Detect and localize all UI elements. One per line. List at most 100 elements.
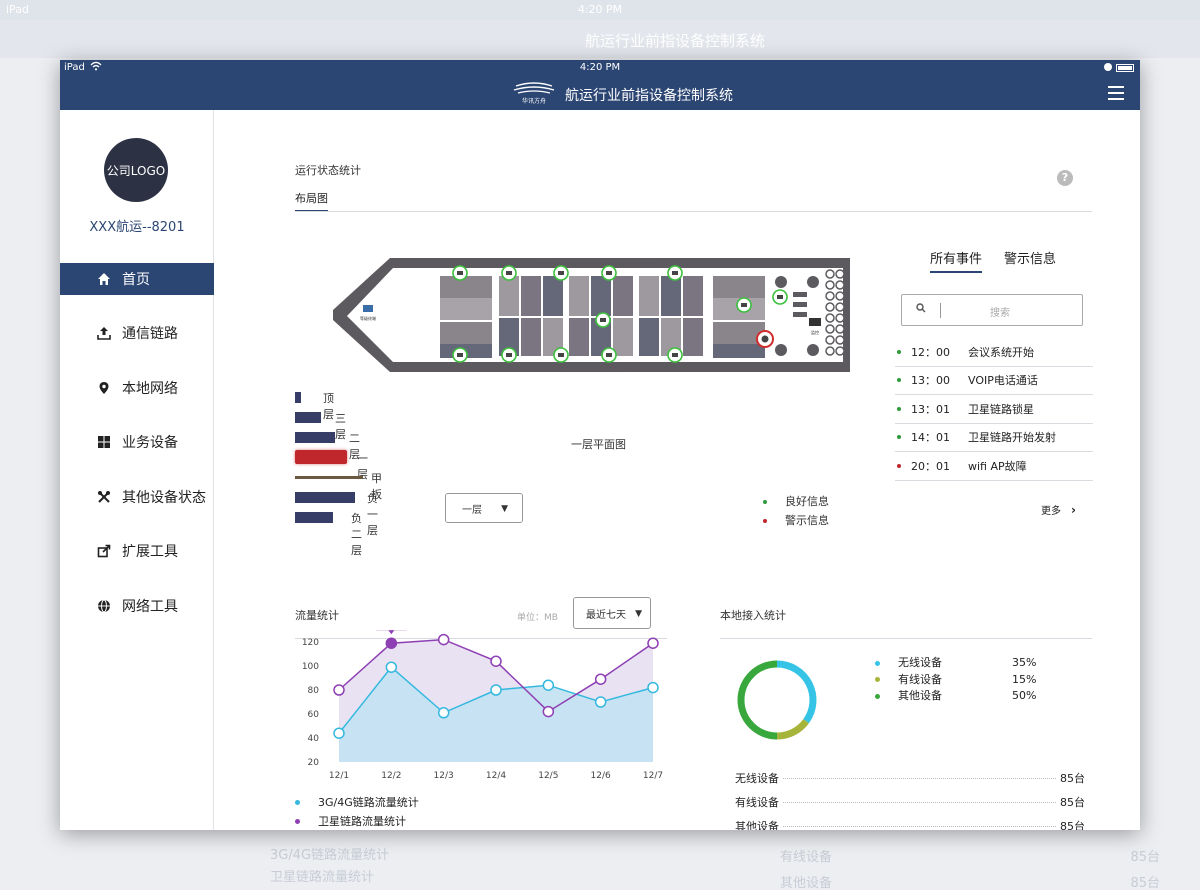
highlight-point	[385, 637, 397, 649]
sidebar-item-local-network[interactable]: 本地网络	[60, 372, 214, 404]
sidebar-item-label: 首页	[122, 272, 150, 288]
data-point	[647, 637, 659, 649]
local-access-divider	[720, 638, 1092, 639]
device-count-row: 其他设备 85台	[735, 814, 1085, 830]
status-legend: 良好信息 警示信息	[763, 492, 829, 530]
sidebar-item-label: 本地网络	[122, 381, 178, 397]
sidebar-item-home[interactable]: 首页	[60, 263, 214, 295]
tab-layout[interactable]: 布局图	[295, 190, 328, 212]
device-type-label: 无线设备	[898, 656, 942, 669]
donut-segment	[737, 660, 778, 740]
background-time: 4:20 PM	[577, 3, 623, 16]
x-tick-label: 12/6	[591, 771, 611, 780]
sidebar-item-extension-tools[interactable]: 扩展工具	[60, 535, 214, 567]
sidebar-item-other-device-status[interactable]: 其他设备状态	[60, 481, 214, 513]
floor-label: 负一层	[367, 492, 378, 537]
search-placeholder: 搜索	[990, 308, 1010, 319]
event-status-dot-icon	[897, 406, 901, 411]
time-range-dropdown[interactable]: 最近七天 ▼	[573, 597, 651, 629]
good-dot-icon	[763, 499, 767, 504]
tab-all-events[interactable]: 所有事件	[930, 248, 983, 273]
event-row[interactable]: 14：01 卫星链路开始发射	[895, 424, 1093, 452]
data-point	[490, 655, 502, 667]
sidebar-item-network-tools[interactable]: 网络工具	[60, 590, 214, 622]
device-count-list: 无线设备 85台 有线设备 85台 其他设备 85台	[735, 766, 1085, 830]
caret-down-icon: ▼	[501, 504, 508, 514]
data-point	[542, 705, 555, 718]
app-title: 航运行业前指设备控制系统	[565, 88, 733, 104]
more-label: 更多	[1041, 506, 1061, 517]
caret-down-icon: ▼	[635, 609, 642, 619]
floor-label: 顶层	[323, 392, 334, 421]
event-list: 12：00 会议系统开始 13：00 VOIP电话通话 13：01 卫星链路锁星…	[895, 338, 1093, 481]
hamburger-menu-icon[interactable]	[1108, 86, 1124, 100]
sidebar-item-business-devices[interactable]: 业务设备	[60, 426, 214, 458]
x-tick-label: 12/2	[381, 771, 401, 780]
data-point	[490, 684, 502, 696]
data-point	[333, 727, 345, 739]
legend-dot-icon	[875, 693, 880, 699]
data-point	[542, 679, 555, 691]
sidebar: 公司LOGO XXX航运--8201 首页 通信链路 本地网络 业务设备 其他设…	[60, 110, 214, 830]
grid-icon	[96, 434, 112, 450]
x-tick-label: 12/4	[486, 771, 506, 780]
background-count-label: 有线设备	[780, 850, 833, 865]
device-percent: 50%	[1012, 689, 1037, 702]
x-tick-label: 12/7	[643, 771, 663, 780]
ship-right-device-label: 监控	[811, 329, 819, 335]
device-count-value: 85台	[1060, 820, 1085, 830]
floor-bar	[295, 492, 355, 503]
brand-logo: 华讯方舟	[513, 82, 555, 105]
dotted-leader	[783, 825, 1056, 827]
warning-dot-icon	[763, 518, 767, 523]
company-logo: 公司LOGO	[104, 138, 168, 202]
data-point	[333, 684, 345, 696]
floor-dropdown-value: 一层	[462, 504, 482, 516]
status-time: 4:20 PM	[579, 62, 621, 73]
sidebar-item-comm-link[interactable]: 通信链路	[60, 317, 214, 349]
device-count-label: 无线设备	[735, 772, 779, 785]
legend-dot-icon	[875, 660, 880, 666]
upload-icon	[96, 325, 112, 341]
more-events-link[interactable]: 更多 ›	[1041, 502, 1076, 517]
event-time: 13：01	[911, 402, 950, 416]
donut-segment	[776, 718, 809, 740]
search-icon	[916, 303, 926, 316]
tab-divider	[295, 211, 1092, 212]
time-range-value: 最近七天	[586, 609, 626, 621]
event-row[interactable]: 20：01 wifi AP故障	[895, 452, 1093, 481]
event-row[interactable]: 13：00 VOIP电话通话	[895, 367, 1093, 395]
device-count-label: 有线设备	[735, 796, 779, 809]
event-time: 12：00	[911, 345, 950, 359]
tab-warnings[interactable]: 警示信息	[1004, 248, 1056, 271]
background-status-bar: iPad 4:20 PM	[0, 0, 1200, 20]
help-icon[interactable]: ?	[1057, 170, 1073, 186]
background-count-list: 有线设备 85台 其他设备 85台	[780, 845, 1160, 890]
chevron-right-icon: ›	[1071, 503, 1076, 517]
app-header: 华讯方舟 航运行业前指设备控制系统	[60, 76, 1140, 110]
floor-dropdown[interactable]: 一层 ▼	[445, 493, 523, 523]
globe-icon	[96, 598, 112, 614]
device-count-row: 无线设备 85台	[735, 766, 1085, 790]
main-content: 运行状态统计 ? 布局图 等级终端 监控 顶层 三层 二层 一层 甲板 负一层 …	[215, 110, 1140, 830]
device-count-value: 85台	[1060, 772, 1085, 785]
event-row[interactable]: 12：00 会议系统开始	[895, 338, 1093, 367]
company-name: XXX航运--8201	[89, 220, 185, 235]
ship-diagram: 等级终端 监控	[333, 258, 850, 372]
event-text: 卫星链路开始发射	[968, 431, 1056, 445]
data-point	[594, 673, 607, 685]
data-point	[385, 661, 398, 673]
sidebar-item-label: 网络工具	[122, 599, 178, 615]
event-text: 卫星链路锁星	[968, 402, 1034, 416]
status-legend-label: 良好信息	[785, 495, 829, 508]
background-title: 航运行业前指设备控制系统	[585, 32, 766, 50]
data-point	[594, 696, 607, 708]
y-tick-label: 60	[308, 710, 320, 720]
event-row[interactable]: 13：01 卫星链路锁星	[895, 395, 1093, 424]
event-text: wifi AP故障	[968, 459, 1027, 473]
sidebar-item-label: 通信链路	[122, 326, 178, 342]
device-count-row: 有线设备 85台	[735, 790, 1085, 814]
device-percent: 15%	[1012, 672, 1037, 686]
event-search-input[interactable]: 搜索	[901, 294, 1083, 326]
section-title: 运行状态统计	[295, 164, 361, 177]
